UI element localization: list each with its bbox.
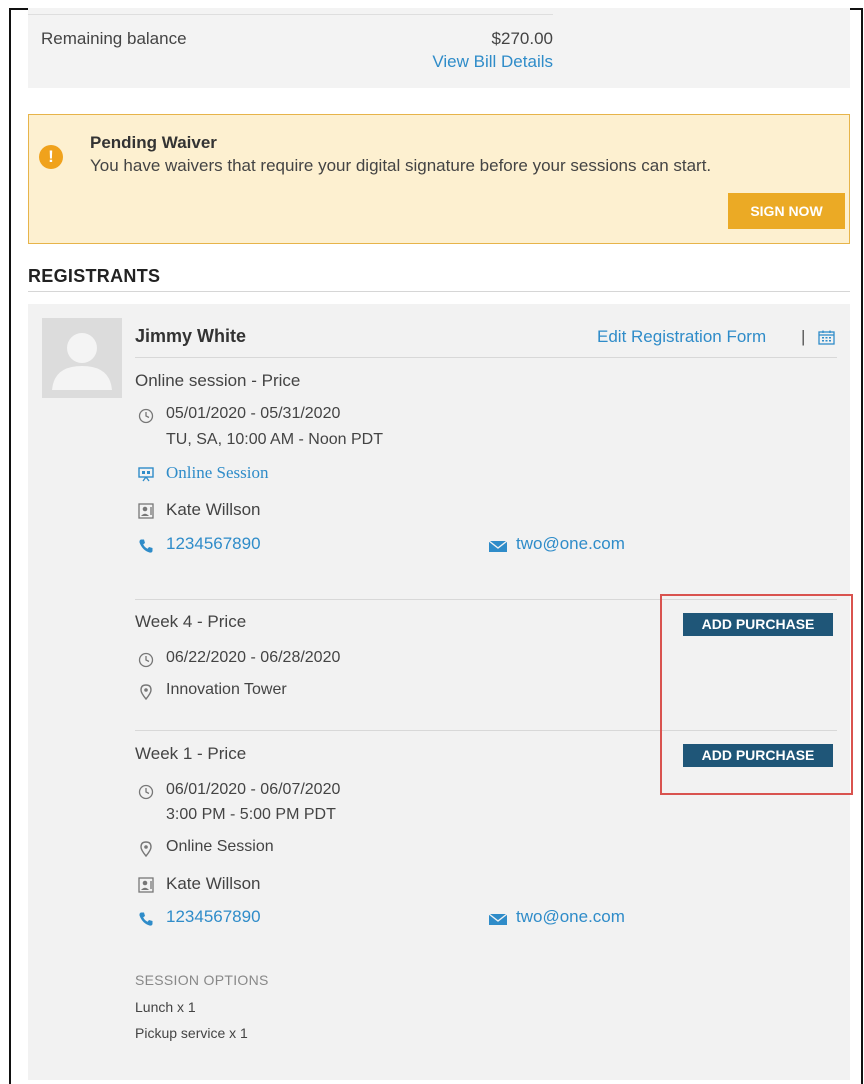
bill-summary: Remaining balance $270.00 View Bill Deta… [28, 8, 850, 88]
email-icon [488, 913, 508, 925]
link-separator: | [801, 327, 806, 346]
session-dates: 06/22/2020 - 06/28/2020 [166, 649, 341, 666]
add-purchase-button[interactable]: ADD PURCHASE [683, 744, 833, 767]
clock-icon [138, 784, 154, 800]
sign-now-button[interactable]: SIGN NOW [728, 193, 845, 229]
clock-icon [138, 652, 154, 668]
edit-registration-form-link[interactable]: Edit Registration Form [597, 327, 766, 347]
email-link[interactable]: two@one.com [516, 907, 625, 927]
phone-link[interactable]: 1234567890 [166, 534, 261, 554]
clock-icon [138, 408, 154, 424]
email-link[interactable]: two@one.com [516, 534, 625, 554]
pending-waiver-alert: ! Pending Waiver You have waivers that r… [28, 114, 850, 244]
contact-card-icon [138, 503, 154, 519]
instructor-name: Kate Willson [166, 500, 261, 519]
session-option-item: Lunch x 1 [135, 999, 196, 1015]
remaining-balance-amount: $270.00 [491, 29, 553, 48]
online-session-link[interactable]: Online Session [166, 463, 268, 483]
name-divider [135, 357, 837, 358]
remaining-balance-label: Remaining balance [41, 29, 187, 48]
avatar [42, 318, 122, 398]
presentation-icon [138, 467, 154, 482]
session-divider [135, 730, 837, 731]
instructor-name: Kate Willson [166, 874, 261, 893]
contact-card-icon [138, 877, 154, 893]
summary-divider [28, 14, 553, 15]
session-location: Innovation Tower [166, 681, 287, 698]
session-dates: 06/01/2020 - 06/07/2020 [166, 781, 341, 798]
registrants-heading: REGISTRANTS [28, 266, 161, 286]
session-dates: 05/01/2020 - 05/31/2020 [166, 405, 341, 422]
session-title: Online session - Price [135, 371, 301, 390]
user-silhouette-icon [42, 318, 122, 398]
session-times: 3:00 PM - 5:00 PM PDT [166, 806, 336, 823]
email-icon [488, 540, 508, 552]
view-bill-details-link[interactable]: View Bill Details [358, 52, 553, 72]
phone-icon [139, 539, 153, 553]
session-times: TU, SA, 10:00 AM - Noon PDT [166, 431, 383, 448]
session-title: Week 1 - Price [135, 744, 247, 763]
calendar-icon[interactable] [818, 330, 835, 345]
session-option-item: Pickup service x 1 [135, 1025, 248, 1041]
exclamation-icon: ! [39, 145, 63, 169]
phone-icon [139, 912, 153, 926]
session-divider [135, 599, 837, 600]
session-options-heading: SESSION OPTIONS [135, 972, 269, 988]
registrant-name: Jimmy White [135, 326, 247, 346]
registrants-divider [28, 291, 850, 292]
map-pin-icon [140, 841, 152, 857]
add-purchase-button[interactable]: ADD PURCHASE [683, 613, 833, 636]
waiver-title: Pending Waiver [90, 133, 217, 152]
session-location: Online Session [166, 838, 274, 855]
session-title: Week 4 - Price [135, 612, 247, 631]
phone-link[interactable]: 1234567890 [166, 907, 261, 927]
map-pin-icon [140, 684, 152, 700]
waiver-message: You have waivers that require your digit… [90, 156, 712, 175]
